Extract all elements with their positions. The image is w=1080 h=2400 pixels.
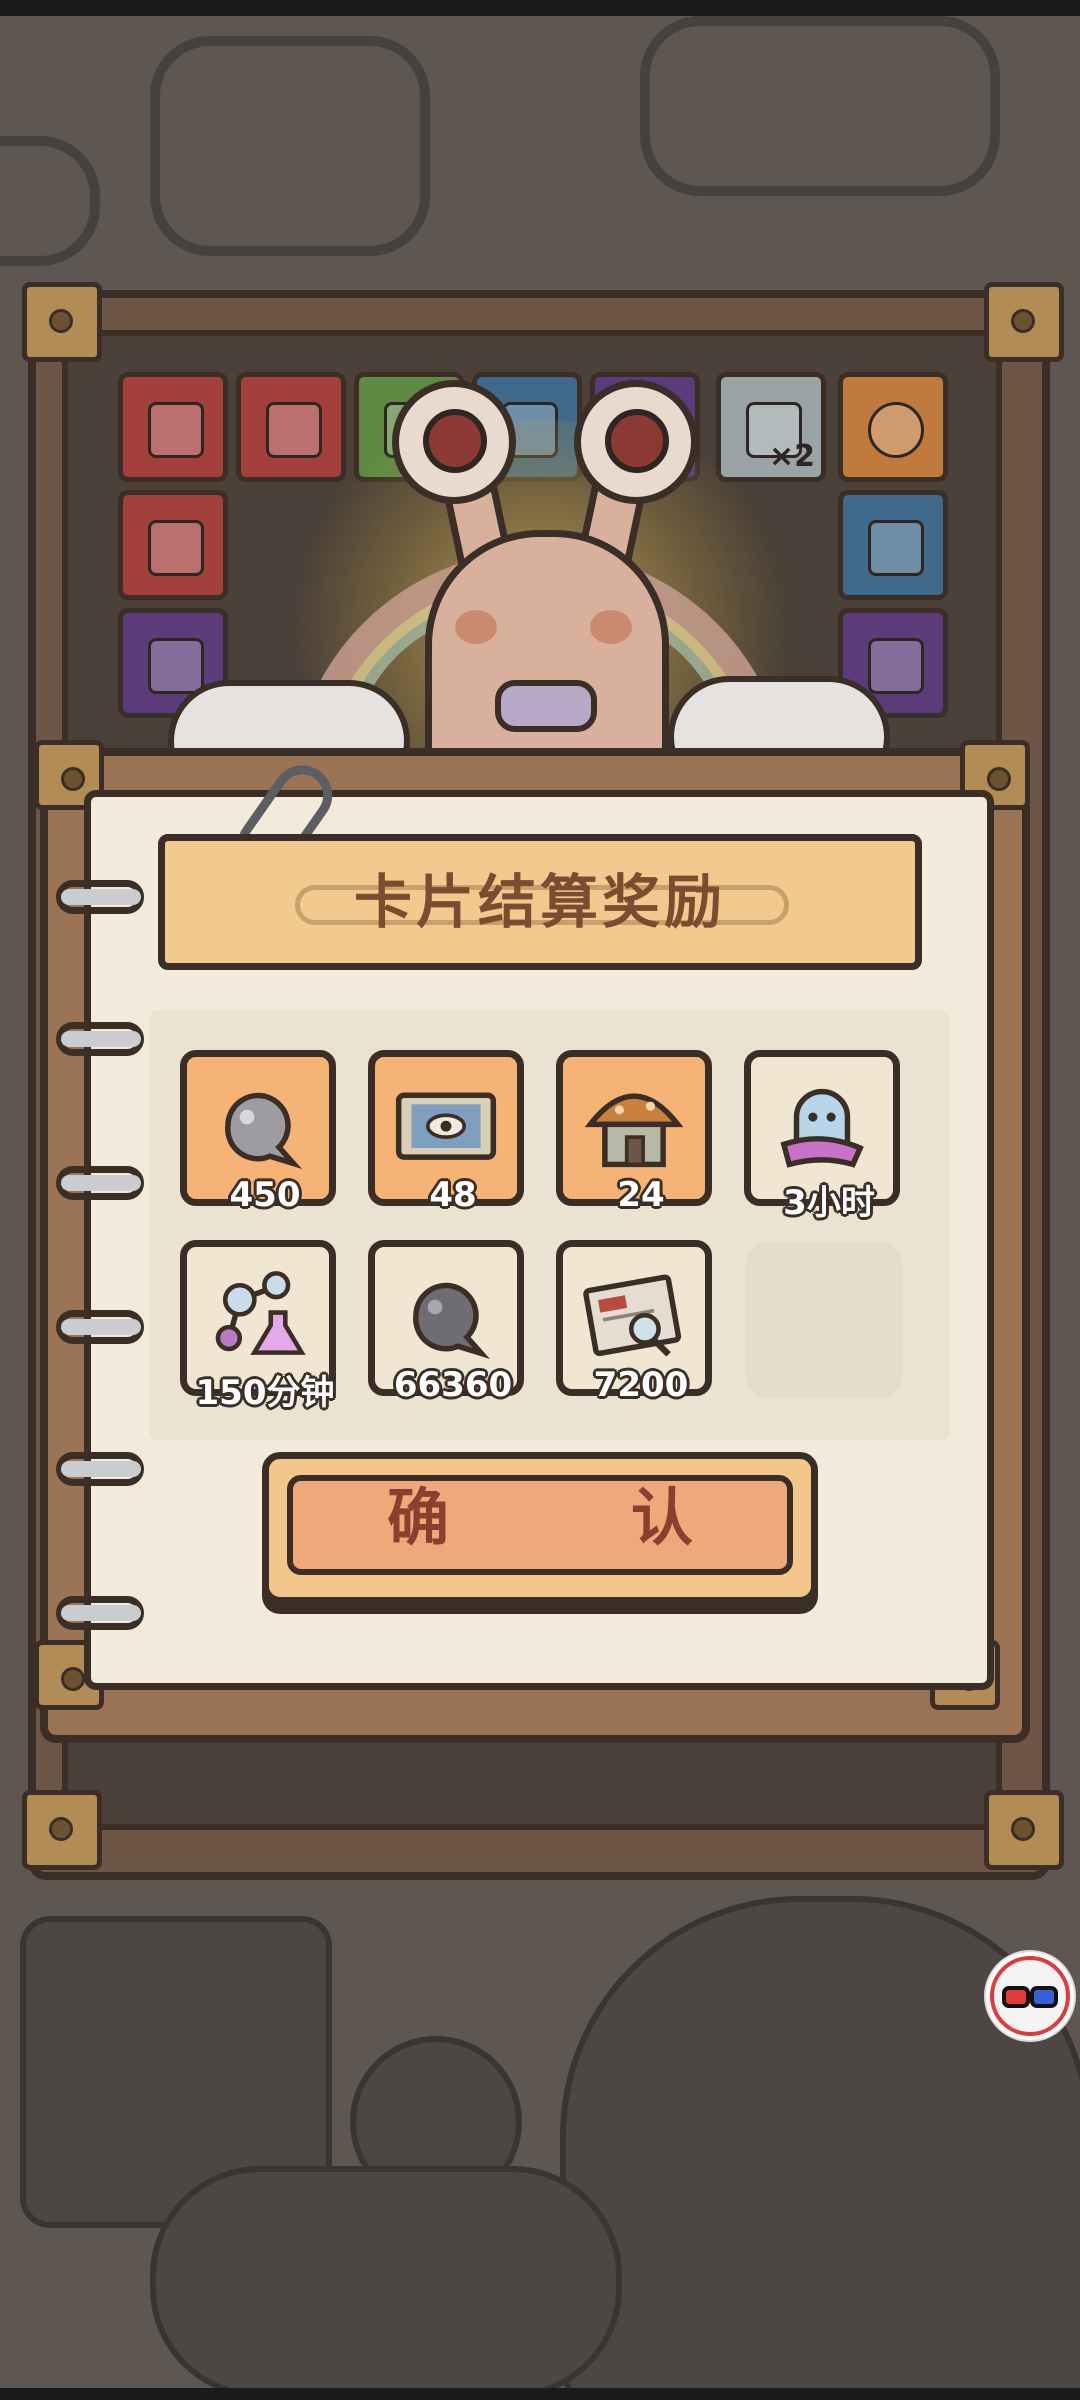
floating-assistant-button[interactable] [986, 1952, 1074, 2040]
frame-corner [984, 282, 1064, 362]
reward-count: 3小时 [783, 1183, 875, 1223]
empty-reward-slot [746, 1242, 902, 1398]
status-bar [0, 0, 1080, 16]
binder-ring [56, 880, 144, 914]
reward-slot[interactable]: 150分钟 [180, 1240, 336, 1413]
reward-count: 450 [229, 1175, 301, 1215]
frame-corner [22, 282, 102, 362]
card-bottle [838, 490, 948, 600]
reward-count: 24 [617, 1175, 665, 1215]
reward-count: 150分钟 [195, 1373, 335, 1413]
card-battery [118, 372, 228, 482]
floating-assistant-icon [990, 1956, 1070, 2036]
reward-count: 48 [429, 1175, 477, 1215]
frame-corner [22, 1790, 102, 1870]
reward-slot[interactable]: 48 [368, 1050, 524, 1215]
card-star [838, 372, 948, 482]
card-badge: ×2 [769, 439, 816, 474]
binder-ring [56, 1166, 144, 1200]
reward-slot[interactable]: 66360 [368, 1240, 524, 1405]
snail-icon [260, 380, 820, 840]
reward-count: 7200 [593, 1365, 689, 1405]
confirm-label[interactable]: 确 认 [262, 1468, 818, 1568]
card-battery [236, 372, 346, 482]
reward-slot[interactable]: 450 [180, 1050, 336, 1215]
navigation-bar [0, 2388, 1080, 2400]
dialog-title: 卡片结算奖励 [353, 868, 726, 936]
binder-ring [56, 1310, 144, 1344]
reward-slot[interactable]: 3小时 [744, 1050, 900, 1223]
binder-ring [56, 1452, 144, 1486]
binder-ring [56, 1596, 144, 1630]
binder-ring [56, 1022, 144, 1056]
frame-corner [984, 1790, 1064, 1870]
card-battery [118, 490, 228, 600]
reward-slot[interactable]: 24 [556, 1050, 712, 1215]
reward-slot[interactable]: 7200 [556, 1240, 712, 1405]
reward-count: 66360 [393, 1365, 513, 1405]
card-bottle-x2: ×2 [716, 372, 826, 482]
